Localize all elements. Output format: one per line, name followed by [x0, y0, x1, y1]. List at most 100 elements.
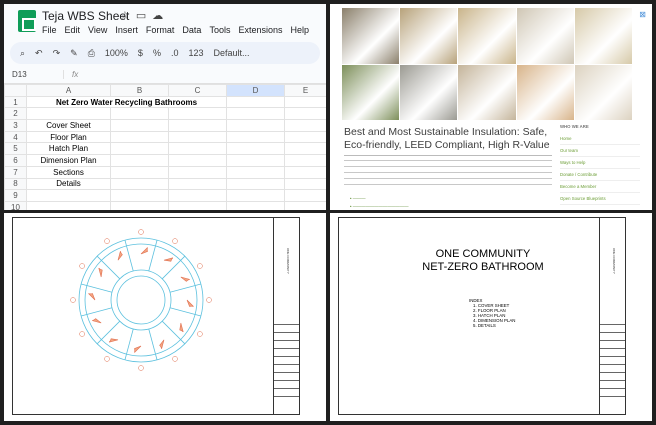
bullet-link[interactable]: • ————————————— [350, 204, 409, 209]
cell[interactable] [110, 107, 169, 121]
row-header[interactable]: 10 [4, 200, 27, 210]
cell[interactable] [284, 165, 326, 179]
document-title[interactable]: Teja WBS Sheet [42, 9, 129, 23]
cell[interactable] [26, 189, 111, 202]
cell[interactable] [110, 189, 169, 202]
cell[interactable] [226, 189, 285, 202]
cell[interactable] [168, 130, 227, 144]
row-header[interactable]: 4 [4, 130, 27, 144]
undo-icon[interactable]: ↶ [35, 48, 43, 59]
cloud-icon[interactable]: ☁ [152, 10, 169, 22]
menu-data[interactable]: Data [182, 25, 201, 35]
cell[interactable] [284, 95, 326, 109]
cell[interactable] [168, 189, 227, 202]
cell-a4[interactable]: Floor Plan [26, 130, 111, 144]
zoom-select[interactable]: 100% [105, 48, 128, 58]
cell[interactable] [284, 107, 326, 121]
sidebar-link-blueprints[interactable]: Open Source Blueprints [560, 193, 640, 205]
cell-a1[interactable]: Net Zero Water Recycling Bathrooms [26, 95, 227, 109]
currency-button[interactable]: $ [138, 48, 143, 58]
menu-edit[interactable]: Edit [65, 25, 81, 35]
cell[interactable] [168, 200, 227, 210]
close-icon[interactable]: ⊠ [639, 10, 646, 19]
cell[interactable] [26, 200, 111, 210]
cell[interactable] [284, 130, 326, 144]
row-header[interactable]: 9 [4, 189, 27, 202]
cell[interactable] [168, 154, 227, 167]
cell[interactable] [168, 165, 227, 179]
print-icon[interactable]: ⎙ [88, 48, 95, 59]
font-select[interactable]: Default... [214, 48, 250, 58]
paint-format-icon[interactable]: ✎ [70, 48, 78, 59]
cell-a6[interactable]: Dimension Plan [26, 154, 111, 167]
cell-a5[interactable]: Hatch Plan [26, 142, 111, 156]
cell[interactable] [284, 119, 326, 132]
cell[interactable] [168, 177, 227, 191]
cell[interactable] [168, 142, 227, 156]
cell[interactable] [226, 154, 285, 167]
collage-photo [574, 8, 632, 64]
row-header[interactable]: 2 [4, 107, 27, 121]
row-header[interactable]: 3 [4, 119, 27, 132]
menu-help[interactable]: Help [290, 25, 309, 35]
sidebar-link-help[interactable]: Ways to Help [560, 157, 640, 169]
cell[interactable] [226, 130, 285, 144]
row-header[interactable]: 6 [4, 154, 27, 167]
menu-extensions[interactable]: Extensions [238, 25, 282, 35]
cell[interactable] [110, 142, 169, 156]
cell[interactable] [284, 142, 326, 156]
number-format-button[interactable]: 123 [188, 48, 203, 58]
cell[interactable] [110, 165, 169, 179]
search-icon[interactable]: ⌕ [20, 48, 25, 59]
cell-a8[interactable]: Details [26, 177, 111, 191]
cell-a7[interactable]: Sections [26, 165, 111, 179]
star-icon[interactable]: ☆ [120, 10, 136, 22]
cell[interactable] [168, 119, 227, 132]
cell[interactable] [284, 189, 326, 202]
column-header-c[interactable]: C [168, 84, 227, 97]
cell[interactable] [168, 107, 227, 121]
cell[interactable] [226, 200, 285, 210]
sidebar-link-home[interactable]: Home [560, 133, 640, 145]
corner-cell[interactable] [4, 84, 27, 97]
row-header[interactable]: 8 [4, 177, 27, 191]
column-header-b[interactable]: B [110, 84, 169, 97]
row-header[interactable]: 1 [4, 95, 27, 109]
sidebar-link-member[interactable]: Become a Member [560, 181, 640, 193]
cell[interactable] [226, 95, 285, 109]
cell[interactable] [110, 130, 169, 144]
row-header[interactable]: 5 [4, 142, 27, 156]
menu-tools[interactable]: Tools [209, 25, 230, 35]
folder-icon[interactable]: ▭ [136, 10, 152, 22]
cell-reference[interactable]: D13 [4, 70, 64, 79]
redo-icon[interactable]: ↷ [53, 48, 61, 59]
cell[interactable] [284, 200, 326, 210]
cell[interactable] [26, 107, 111, 121]
column-header-d[interactable]: D [226, 84, 285, 97]
menu-file[interactable]: File [42, 25, 57, 35]
cell[interactable] [284, 177, 326, 191]
bullet-link[interactable]: • ——— [350, 196, 366, 201]
menu-insert[interactable]: Insert [115, 25, 138, 35]
cell[interactable] [110, 200, 169, 210]
cell[interactable] [226, 107, 285, 121]
row-header[interactable]: 7 [4, 165, 27, 179]
cell[interactable] [110, 154, 169, 167]
cell[interactable] [226, 119, 285, 132]
sidebar-link-donate[interactable]: Donate / Contribute [560, 169, 640, 181]
column-header-a[interactable]: A [26, 84, 111, 97]
cell-a3[interactable]: Cover Sheet [26, 119, 111, 132]
cell[interactable] [226, 165, 285, 179]
cell[interactable] [110, 119, 169, 132]
cell[interactable] [226, 177, 285, 191]
cell[interactable] [226, 142, 285, 156]
menu-format[interactable]: Format [146, 25, 175, 35]
sheets-logo-icon[interactable] [18, 10, 36, 32]
sidebar-link-team[interactable]: Our team [560, 145, 640, 157]
menu-view[interactable]: View [88, 25, 107, 35]
column-header-e[interactable]: E [284, 84, 326, 97]
cell[interactable] [284, 154, 326, 167]
decimal-button[interactable]: .0 [171, 48, 179, 58]
percent-button[interactable]: % [153, 48, 161, 58]
cell[interactable] [110, 177, 169, 191]
